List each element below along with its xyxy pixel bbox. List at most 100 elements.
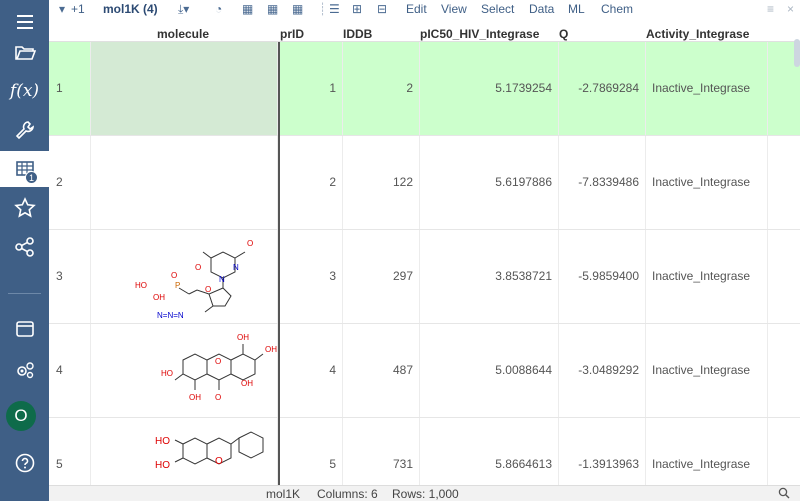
window-icon[interactable] <box>0 311 49 347</box>
settings-icon[interactable] <box>0 352 49 388</box>
cell-pic50[interactable]: 5.8664613 <box>420 418 559 485</box>
cell-prid[interactable]: 1 <box>280 42 343 135</box>
table-count-badge: 1 <box>25 171 38 184</box>
download-icon[interactable]: ⤓▾ <box>178 0 189 18</box>
refresh-icon[interactable]: ◔ <box>215 0 222 18</box>
cell-q[interactable]: -2.7869284 <box>559 42 646 135</box>
menu-data[interactable]: Data <box>529 0 554 18</box>
atom-label: O <box>215 393 221 402</box>
dropdown-arrow-icon[interactable]: ▾ <box>59 0 65 18</box>
views-dropdown[interactable]: +1 <box>71 0 85 18</box>
frozen-column-separator <box>278 42 280 485</box>
cell-activity[interactable]: Inactive_Integrase <box>646 136 768 229</box>
star-icon[interactable] <box>0 190 49 226</box>
molecule-cell[interactable] <box>91 42 278 135</box>
header-activity[interactable]: Activity_Integrase <box>646 18 749 42</box>
status-table-name: mol1K <box>266 487 301 501</box>
table-row[interactable]: 1 1 2 5.1739254 -2.7869284 Inactive_Inte… <box>49 42 800 136</box>
cell-q[interactable]: -1.3913963 <box>559 418 646 485</box>
grid-alt-icon[interactable]: ▦ <box>267 0 278 18</box>
hamburger-icon[interactable]: ≡ <box>767 0 774 18</box>
search-icon[interactable] <box>778 487 790 501</box>
cell-iddb[interactable]: 731 <box>343 418 420 485</box>
row-number[interactable]: 1 <box>49 42 91 135</box>
cell-q[interactable]: -3.0489292 <box>559 324 646 417</box>
atom-label: N <box>233 263 239 272</box>
cell-activity[interactable]: Inactive_Integrase <box>646 42 768 135</box>
molecule-cell[interactable] <box>91 136 278 229</box>
header-pic50[interactable]: pIC50_HIV_Integrase <box>420 18 539 42</box>
user-avatar[interactable]: O <box>6 401 36 431</box>
atom-label: P <box>175 281 180 290</box>
table-row[interactable]: 5 HO HO O 5 731 5.8664613 -1.3913963 Ina… <box>49 418 800 485</box>
cell-activity[interactable]: Inactive_Integrase <box>646 418 768 485</box>
wrench-icon[interactable] <box>0 112 49 148</box>
vertical-scrollbar[interactable] <box>794 39 800 67</box>
atom-label: OH <box>265 345 277 354</box>
atom-label: O <box>205 285 211 294</box>
lines-icon[interactable]: ☰ <box>329 0 340 18</box>
filter-columns-icon[interactable]: ▦ <box>292 0 303 18</box>
menu-chem[interactable]: Chem <box>601 0 633 18</box>
cell-prid[interactable]: 3 <box>280 230 343 323</box>
menu-edit[interactable]: Edit <box>406 0 427 18</box>
molecule-structure-3: O N N O P HO OH O O N=N=N <box>135 239 253 320</box>
cell-activity[interactable]: Inactive_Integrase <box>646 230 768 323</box>
add-column-icon[interactable]: ⊞ <box>352 0 362 18</box>
table-row[interactable]: 3 O N N O P HO OH O O N=N=N 3 297 3.8538… <box>49 230 800 324</box>
molecule-structure-4: OH OH HO O OH OH O <box>161 333 277 402</box>
table-title[interactable]: mol1K (4) <box>103 0 158 18</box>
molecule-cell[interactable]: OH OH HO O OH OH O <box>91 324 278 417</box>
folder-open-icon[interactable] <box>0 34 49 70</box>
atom-label: HO <box>161 369 173 378</box>
molecule-cell[interactable]: O N N O P HO OH O O N=N=N <box>91 230 278 323</box>
row-number[interactable]: 2 <box>49 136 91 229</box>
separator-icon: ┊ <box>319 2 327 16</box>
sidebar: f(x) 1 O <box>0 0 49 501</box>
cell-prid[interactable]: 4 <box>280 324 343 417</box>
cell-prid[interactable]: 2 <box>280 136 343 229</box>
cell-activity[interactable]: Inactive_Integrase <box>646 324 768 417</box>
table-icon[interactable]: 1 <box>0 151 49 187</box>
molecule-cell[interactable]: HO HO O <box>91 418 278 485</box>
cell-prid[interactable]: 5 <box>280 418 343 485</box>
share-icon[interactable] <box>0 229 49 265</box>
row-number[interactable]: 5 <box>49 418 91 485</box>
cell-iddb[interactable]: 487 <box>343 324 420 417</box>
header-iddb[interactable]: IDDB <box>343 18 372 42</box>
table-row[interactable]: 2 2 122 5.6197886 -7.8339486 Inactive_In… <box>49 136 800 230</box>
cell-q[interactable]: -7.8339486 <box>559 136 646 229</box>
molecule-structure-5: HO HO O <box>155 431 264 471</box>
header-q[interactable]: Q <box>559 18 568 42</box>
row-number[interactable]: 3 <box>49 230 91 323</box>
menu-select[interactable]: Select <box>481 0 514 18</box>
cell-pic50[interactable]: 5.1739254 <box>420 42 559 135</box>
atom-label: O <box>215 456 223 467</box>
atom-label: O <box>171 271 177 280</box>
help-icon[interactable] <box>0 445 49 481</box>
menu-ml[interactable]: ML <box>568 0 585 18</box>
header-prid[interactable]: prID <box>280 18 304 42</box>
cell-iddb[interactable]: 297 <box>343 230 420 323</box>
toolbar: ▾ +1 mol1K (4) ⤓▾ ◔ ▦ ▦ ▦ ┊ ☰ ⊞ ⊟ Edit V… <box>49 0 800 18</box>
function-icon[interactable]: f(x) <box>0 73 49 109</box>
cell-iddb[interactable]: 2 <box>343 42 420 135</box>
data-columns-icon[interactable]: ⊟ <box>377 0 387 18</box>
table-row[interactable]: 4 OH OH HO O OH OH O 4 487 5.0088644 -3.… <box>49 324 800 418</box>
cell-pic50[interactable]: 5.0088644 <box>420 324 559 417</box>
row-number[interactable]: 4 <box>49 324 91 417</box>
cell-iddb[interactable]: 122 <box>343 136 420 229</box>
header-molecule[interactable]: molecule <box>157 18 209 42</box>
cell-q[interactable]: -5.9859400 <box>559 230 646 323</box>
status-rows: Rows: 1,000 <box>392 487 459 501</box>
atom-label: O <box>215 357 221 366</box>
function-label: f(x) <box>9 81 40 101</box>
menu-view[interactable]: View <box>441 0 467 18</box>
cell-pic50[interactable]: 3.8538721 <box>420 230 559 323</box>
grid-view-icon[interactable]: ▦ <box>242 0 253 18</box>
cell-pic50[interactable]: 5.6197886 <box>420 136 559 229</box>
atom-label: HO <box>155 460 170 471</box>
close-icon[interactable]: × <box>787 0 794 18</box>
status-columns: Columns: 6 <box>317 487 378 501</box>
atom-label: OH <box>153 293 165 302</box>
